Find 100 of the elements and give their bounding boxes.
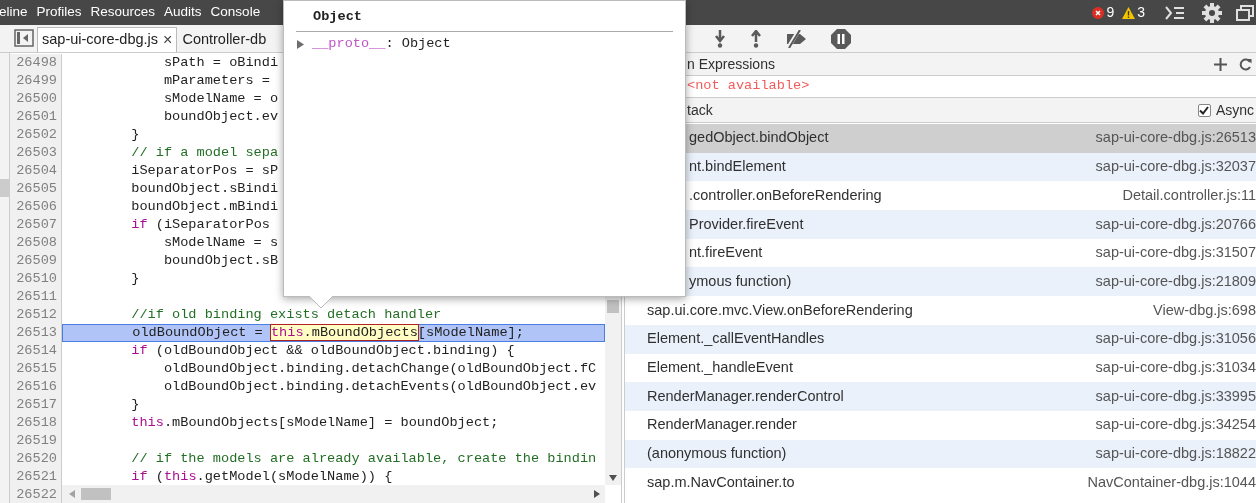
function-name: Element._handleEvent (647, 357, 793, 377)
scroll-down-icon[interactable] (609, 475, 617, 481)
property-entry[interactable]: __proto__: Object (312, 34, 451, 55)
code-line: } (130, 126, 141, 144)
code-line: boundObject.mBindi (130, 198, 280, 216)
code-line: oldBoundObject.binding.detachChange(oldBoundObject.fC (162, 360, 598, 378)
source-location[interactable]: View-dbg.js:698 (1153, 299, 1256, 322)
console-drawer-icon[interactable] (1165, 5, 1185, 20)
panel-tab[interactable]: Audits (164, 2, 202, 23)
line-number: 26521 (10, 468, 62, 486)
source-location[interactable]: sap-ui-core-dbg.js:31507 (1095, 242, 1256, 264)
step-into-icon[interactable] (713, 29, 727, 48)
function-name: Element._callEventHandles (647, 329, 825, 349)
function-name: nt.bindElement (689, 157, 786, 177)
code-line: // if the models are already available, create the bindin (130, 450, 598, 468)
code-line: boundObject.ev (162, 108, 280, 126)
function-name: sap.m.NavContainer.to (647, 472, 795, 492)
close-button[interactable]: × (163, 28, 173, 52)
error-icon (1092, 6, 1105, 19)
sidebar-toggle-icon[interactable] (14, 29, 34, 47)
source-location[interactable]: sap-ui-core-dbg.js:21809 (1095, 270, 1256, 293)
async-checkbox[interactable] (1197, 103, 1211, 117)
code-line: boundObject.sBindi (130, 180, 280, 198)
line-number: 26511 (10, 288, 62, 306)
error-count[interactable]: 9 (1106, 2, 1115, 23)
line-number: 26502 (10, 126, 62, 144)
source-location[interactable]: sap-ui-core-dbg.js:31034 (1095, 356, 1256, 379)
source-location[interactable]: Detail.controller.js:11 (1122, 184, 1256, 207)
line-number: 26514 (10, 342, 62, 360)
code-line: if (iSeparatorPos (130, 216, 271, 234)
line-number: 26517 (10, 396, 62, 414)
checkbox-label[interactable]: Async (1215, 99, 1254, 121)
line-number: 26519 (10, 432, 62, 450)
line-number: 26508 (10, 234, 62, 252)
code-line: if (oldBoundObject && oldBoundObject.binding) { (130, 342, 516, 360)
popover-title: Object (296, 7, 673, 33)
line-number: 26522 (10, 486, 62, 503)
line-number: 26506 (10, 198, 62, 216)
source-location[interactable]: sap-ui-core-dbg.js:26513 (1095, 127, 1256, 150)
code-line: boundObject.sB (162, 252, 280, 270)
function-name: (anonymous function) (647, 444, 787, 464)
pause-icon[interactable] (831, 28, 851, 49)
code-line: sModelName = s (162, 234, 280, 252)
source-location[interactable]: sap-ui-core-dbg.js:33995 (1095, 385, 1256, 408)
source-location[interactable]: sap-ui-core-dbg.js:32037 (1095, 156, 1256, 178)
code-line: iSeparatorPos = sP (130, 162, 280, 180)
panel-tab[interactable]: Profiles (36, 2, 82, 23)
code-line: //if old binding exists detach handler (130, 306, 443, 324)
dock-icon[interactable] (1236, 4, 1254, 21)
scrollbar-thumb[interactable] (81, 488, 111, 500)
line-number: 26515 (10, 360, 62, 378)
function-name: Provider.fireEvent (689, 214, 804, 234)
source-location[interactable]: sap-ui-core-dbg.js:20766 (1095, 213, 1256, 236)
warning-count[interactable]: 3 (1137, 2, 1145, 23)
line-number: 26507 (10, 216, 62, 234)
source-location[interactable]: sap-ui-core-dbg.js:34254 (1095, 414, 1256, 437)
watch-value: <not available> (687, 77, 810, 96)
panel-tab[interactable]: Console (210, 2, 261, 23)
add-icon[interactable] (1214, 57, 1227, 71)
file-tab[interactable]: sap-ui-core-dbg.js × (37, 27, 178, 52)
source-location[interactable]: NavContainer-dbg.js:1044 (1087, 471, 1256, 494)
code-line: } (130, 396, 141, 414)
code-line: } (130, 270, 141, 288)
line-number: 26516 (10, 378, 62, 396)
function-name: ymous function) (689, 271, 792, 291)
step-out-icon[interactable] (749, 29, 763, 48)
line-number: 26504 (10, 162, 62, 180)
code-line: oldBoundObject.binding.detachEvents(oldBoundObject.ev (162, 378, 598, 396)
call-frame-row[interactable]: Element._callEventHandles sap-ui-core-dbg.js:31056 (625, 324, 1256, 354)
code-line: this.mBoundObjects[sModelName] = boundObject; (130, 414, 500, 432)
panel-tab[interactable]: Resources (90, 2, 156, 23)
line-number: 26500 (10, 90, 62, 108)
call-frame-row[interactable]: (anonymous function) sap-ui-core-dbg.js:18822 (625, 439, 1256, 469)
line-number: 26509 (10, 252, 62, 270)
line-number: 26518 (10, 414, 62, 432)
line-number: 26498 (10, 54, 62, 72)
horizontal-scrollbar[interactable] (62, 485, 605, 503)
source-location[interactable]: sap-ui-core-dbg.js:18822 (1095, 443, 1256, 465)
line-number: 26510 (10, 270, 62, 288)
function-name: RenderManager.renderControl (647, 386, 844, 406)
refresh-icon[interactable] (1239, 57, 1252, 71)
warning-icon (1122, 6, 1136, 19)
source-location[interactable]: sap-ui-core-dbg.js:31056 (1095, 328, 1256, 351)
panel-title[interactable]: tack (687, 99, 713, 121)
panel-tab[interactable]: eline (0, 2, 28, 23)
settings-icon[interactable] (1202, 2, 1222, 23)
line-number: 26501 (10, 108, 62, 126)
line-number: 26503 (10, 144, 62, 162)
line-number: 26499 (10, 72, 62, 90)
function-name: RenderManager.render (647, 415, 797, 435)
line-number: 26512 (10, 306, 62, 324)
line-number: 26520 (10, 450, 62, 468)
code-line: if (this.getModel(sModelName)) { (130, 468, 394, 486)
call-frame-row[interactable]: RenderManager.renderControl sap-ui-core-dbg.js:33995 (625, 382, 1256, 411)
code-line: sPath = oBindi (162, 54, 280, 72)
scroll-right-icon[interactable] (594, 490, 600, 498)
function-name: .controller.onBeforeRendering (689, 185, 882, 205)
panel-title[interactable]: n Expressions (687, 53, 775, 75)
scrollbar-thumb[interactable] (607, 300, 619, 313)
expand-triangle-icon[interactable] (296, 39, 305, 49)
